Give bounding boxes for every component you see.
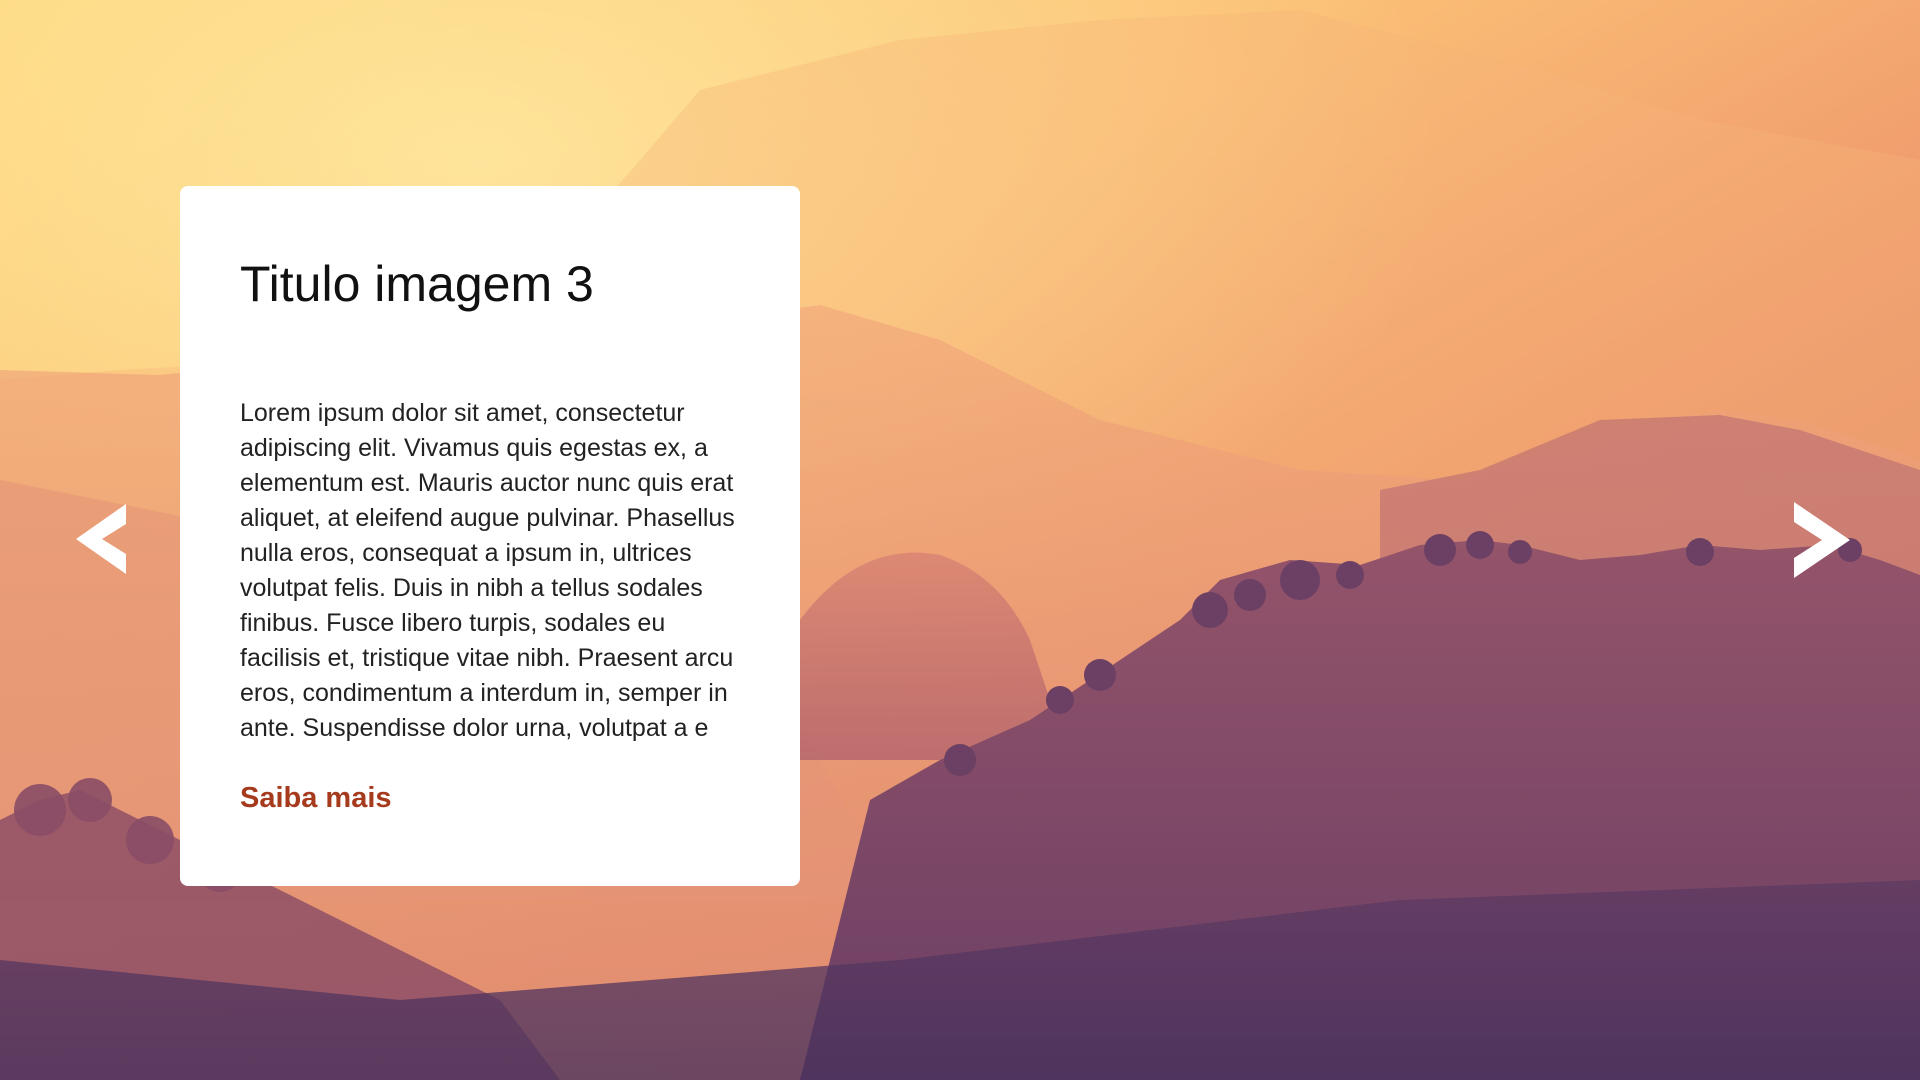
slide-caption-card: Titulo imagem 3 Lorem ipsum dolor sit am…: [180, 186, 800, 886]
previous-slide-button[interactable]: [74, 502, 128, 576]
chevron-left-icon: [76, 504, 126, 574]
next-slide-button[interactable]: [1792, 500, 1852, 580]
slide-title: Titulo imagem 3: [240, 256, 594, 312]
slide-description: Lorem ipsum dolor sit amet, consectetur …: [240, 399, 735, 742]
learn-more-link[interactable]: Saiba mais: [240, 782, 392, 815]
hero-slider: Titulo imagem 3 Lorem ipsum dolor sit am…: [0, 0, 1920, 1080]
chevron-right-icon: [1794, 502, 1850, 578]
